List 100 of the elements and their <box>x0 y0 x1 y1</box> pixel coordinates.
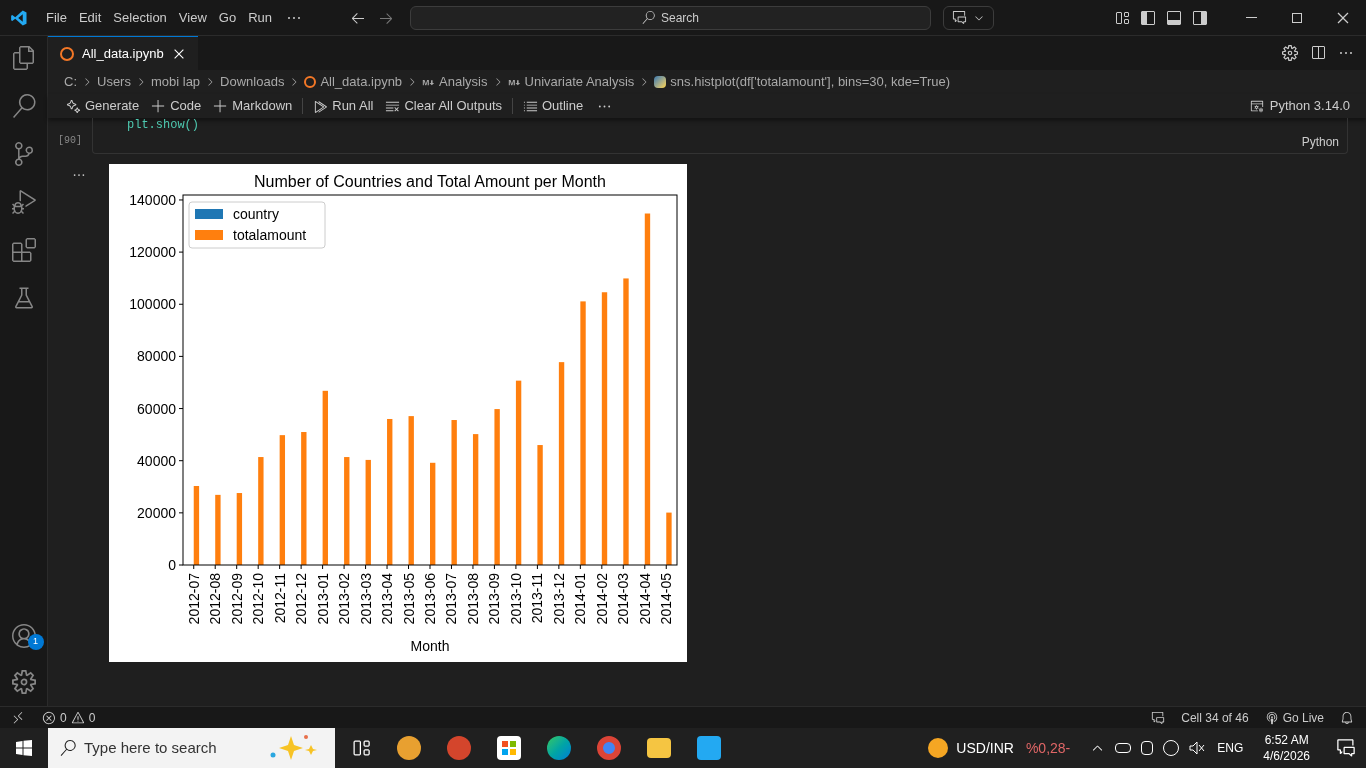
warning-icon <box>70 710 85 725</box>
x-axis-label: Month <box>410 638 450 654</box>
extensions-icon[interactable] <box>11 238 36 262</box>
search-icon[interactable] <box>11 94 36 118</box>
app-icon[interactable] <box>397 736 421 760</box>
currency-change[interactable]: %0,28- <box>1025 737 1071 759</box>
panel-icon[interactable] <box>1166 9 1182 26</box>
x-tick: 2014-05 <box>658 564 675 625</box>
execution-count: [90] <box>58 134 82 148</box>
notebook-icon <box>304 76 317 88</box>
search-icon <box>642 11 655 24</box>
breadcrumb-item[interactable]: Users <box>97 72 131 92</box>
x-tick: 2012-09 <box>228 564 245 625</box>
x-tick: 2013-05 <box>400 564 417 625</box>
breadcrumb-item[interactable]: mobi lap <box>150 72 201 92</box>
kernel-label[interactable]: Python 3.14.0 <box>1269 96 1350 116</box>
breadcrumb-item[interactable]: sns.histplot(df['totalamount'], bins=30, kde=True) <box>670 72 951 92</box>
x-tick: 2013-02 <box>336 564 353 625</box>
sidebar-left-icon[interactable] <box>1140 9 1156 26</box>
windows-logo-icon[interactable] <box>16 740 32 756</box>
taskbar-search-field[interactable]: Type here to search <box>48 728 335 768</box>
toolbar-button[interactable]: Clear All Outputs <box>379 96 508 116</box>
menu-item[interactable]: Run <box>242 3 278 32</box>
x-tick: 2012-08 <box>207 564 224 625</box>
toolbar-button[interactable]: Generate <box>60 96 146 116</box>
chat-button[interactable] <box>943 5 994 30</box>
x-tick: 2013-12 <box>550 564 567 625</box>
minimize-icon <box>1245 17 1257 18</box>
toolbar-button[interactable]: Markdown <box>207 96 299 116</box>
plus-icon <box>213 98 229 114</box>
x-tick: 2013-10 <box>507 564 524 625</box>
y-tick: 120000 <box>129 244 184 261</box>
plus-icon <box>151 98 167 114</box>
bar <box>236 493 243 565</box>
x-tick: 2013-11 <box>529 564 546 624</box>
bar <box>215 494 221 565</box>
toolbar-button[interactable]: Outline <box>517 96 590 116</box>
error-icon <box>42 710 56 725</box>
toolbar-button[interactable]: Run All <box>307 96 380 116</box>
python-icon <box>654 76 667 88</box>
x-tick: 2014-01 <box>572 564 589 625</box>
currency-label[interactable]: USD/INR <box>956 737 1014 759</box>
x-tick: 2013-06 <box>422 564 438 625</box>
x-tick: 2014-02 <box>593 564 610 625</box>
store-icon[interactable] <box>497 736 521 760</box>
folder-icon[interactable] <box>647 738 671 758</box>
y-tick: 40000 <box>137 452 184 469</box>
kernel-icon <box>1249 99 1264 113</box>
notifications-icon[interactable] <box>1336 738 1356 758</box>
y-tick: 140000 <box>129 191 184 208</box>
speaker-muted-icon[interactable] <box>1189 741 1206 755</box>
x-tick: 2012-10 <box>250 564 267 625</box>
settings-icon[interactable] <box>1282 45 1298 61</box>
x-tick: 2013-07 <box>443 564 460 625</box>
sparkle-icon <box>66 98 81 114</box>
error-count[interactable]: 0 <box>60 708 67 727</box>
notification-badge: 1 <box>27 634 44 650</box>
search-field[interactable]: Search <box>410 5 931 30</box>
go-live-button[interactable]: Go Live <box>1282 708 1324 727</box>
x-tick: 2014-04 <box>636 564 653 625</box>
menu-item[interactable]: View <box>172 3 213 32</box>
breadcrumb-item[interactable]: Analysis <box>439 72 488 92</box>
run-debug-icon[interactable] <box>11 190 36 214</box>
sidebar-right-icon[interactable] <box>1192 9 1208 26</box>
menu-item[interactable]: Go <box>212 3 243 32</box>
bar <box>666 512 672 565</box>
menu-item[interactable]: File <box>40 3 73 32</box>
menu-item[interactable]: Edit <box>72 3 108 32</box>
task-view-icon[interactable] <box>351 738 371 758</box>
settings-icon[interactable] <box>11 670 36 694</box>
chat-icon <box>952 10 967 25</box>
breadcrumb-item[interactable]: Univariate Analysis <box>524 72 635 92</box>
y-tick: 0 <box>168 557 184 573</box>
browser-icon[interactable] <box>547 736 571 760</box>
presentation-app-icon[interactable] <box>447 736 471 760</box>
breadcrumb-item[interactable]: C: <box>64 72 77 92</box>
app-logo-icon <box>10 8 28 27</box>
menu-item[interactable]: Selection <box>107 3 173 32</box>
warning-count[interactable]: 0 <box>88 708 96 727</box>
x-tick: 2012-11 <box>271 564 288 624</box>
remote-icon[interactable] <box>11 710 25 725</box>
clock[interactable]: 6:52 AM 4/6/2026 <box>1263 732 1310 764</box>
legend-label: country <box>233 206 279 222</box>
layout-icon[interactable] <box>1114 9 1130 26</box>
bell-icon[interactable] <box>1340 710 1354 725</box>
breadcrumb-item[interactable]: Downloads <box>220 72 285 92</box>
x-tick: 2013-03 <box>357 564 374 625</box>
run-all-icon <box>313 98 329 114</box>
language-indicator[interactable]: ENG <box>1217 739 1244 757</box>
toolbar-button[interactable]: Code <box>145 96 208 116</box>
x-tick: 2014-03 <box>615 564 632 625</box>
files-icon[interactable] <box>11 46 36 70</box>
legend-label: totalamount <box>233 227 307 243</box>
split-editor-icon[interactable] <box>1310 45 1326 61</box>
y-tick: 20000 <box>137 504 184 521</box>
breadcrumb-item[interactable]: All_data.ipynb <box>320 72 403 92</box>
cell-position[interactable]: Cell 34 of 46 <box>1181 708 1249 727</box>
code-line: plt.show() <box>126 118 200 132</box>
editor-tab[interactable]: All_data.ipynb <box>48 36 198 70</box>
cell-language: Python <box>1301 134 1339 151</box>
